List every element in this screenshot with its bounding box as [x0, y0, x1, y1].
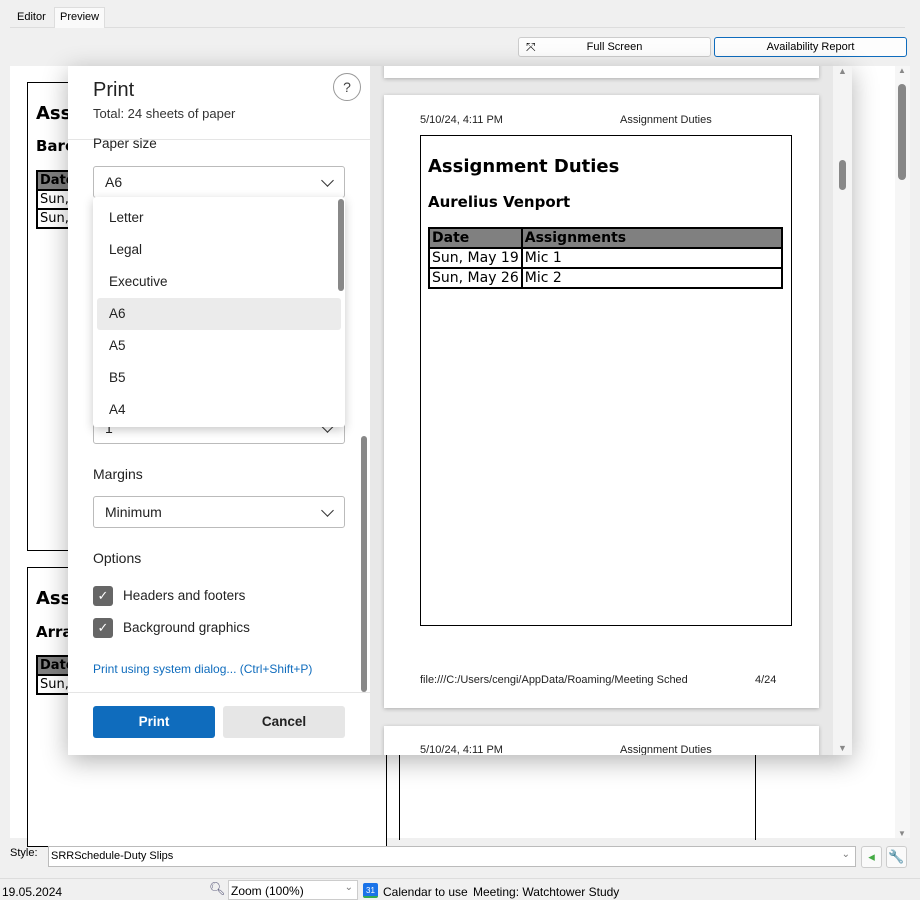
- print-button[interactable]: Print: [93, 706, 215, 738]
- tab-divider: [10, 27, 905, 28]
- cell: Sun, May 19: [428, 247, 523, 269]
- main-scrollbar[interactable]: ▲ ▼: [895, 66, 910, 838]
- availability-report-button[interactable]: Availability Report: [714, 37, 907, 57]
- cell: Mic 1: [520, 247, 784, 269]
- tab-editor[interactable]: Editor: [12, 8, 51, 28]
- headers-footers-checkbox[interactable]: ✓: [93, 586, 113, 606]
- scroll-down-icon[interactable]: ▼: [898, 829, 906, 838]
- tab-preview[interactable]: Preview: [54, 7, 106, 28]
- column-header: Date: [428, 227, 523, 249]
- print-preview-area: 5/10/24, 4:11 PM Assignment Duties Assig…: [370, 66, 852, 755]
- zoom-select[interactable]: Zoom (100%) ⌄: [228, 880, 358, 900]
- headers-footers-label: Headers and footers: [123, 588, 246, 603]
- status-date: 19.05.2024: [2, 885, 63, 899]
- paper-size-label: Paper size: [93, 136, 157, 151]
- next-page: 5/10/24, 4:11 PM Assignment Duties: [384, 726, 819, 755]
- margins-value: Minimum: [105, 504, 162, 520]
- scroll-down-icon[interactable]: ▼: [838, 743, 847, 753]
- background-graphics-label: Background graphics: [123, 620, 250, 635]
- calendar-label[interactable]: Calendar to use: [383, 885, 468, 899]
- dialog-title: Print: [93, 79, 135, 101]
- system-dialog-link[interactable]: Print using system dialog... (Ctrl+Shift…: [93, 662, 312, 676]
- paper-size-option[interactable]: A5: [97, 330, 341, 362]
- paper-size-option[interactable]: Letter: [97, 202, 341, 234]
- style-label: Style:: [10, 847, 38, 859]
- scroll-thumb[interactable]: [839, 160, 846, 190]
- page-number: 4/24: [755, 674, 777, 686]
- cell: Mic 2: [520, 267, 784, 289]
- doc-name: Aurelius Venport: [428, 193, 571, 211]
- page-header-date: 5/10/24, 4:11 PM: [420, 114, 503, 126]
- paper-size-option[interactable]: A4: [97, 394, 341, 426]
- paper-size-dropdown: Letter Legal Executive A6 A5 B5 A4: [93, 197, 345, 427]
- doc-title: Assignment Duties: [428, 156, 620, 177]
- divider: [68, 692, 370, 693]
- zoom-value: Zoom (100%): [231, 884, 304, 898]
- cancel-button[interactable]: Cancel: [223, 706, 345, 738]
- full-screen-label: Full Screen: [586, 41, 643, 53]
- help-icon[interactable]: ?: [333, 73, 361, 101]
- page-header-date: 5/10/24, 4:11 PM: [420, 744, 503, 755]
- paper-size-value: A6: [105, 174, 123, 190]
- paper-size-option[interactable]: A6: [97, 298, 341, 330]
- wrench-icon[interactable]: 🔧: [886, 846, 907, 868]
- chevron-down-icon: [321, 504, 334, 517]
- paper-size-option[interactable]: B5: [97, 362, 341, 394]
- magnifier-icon: 🔍︎: [209, 881, 226, 896]
- cell: Sun, May 26: [428, 267, 523, 289]
- preview-scrollbar[interactable]: ▲ ▼: [833, 66, 852, 755]
- sheet-total: Total: 24 sheets of paper: [93, 106, 236, 121]
- margins-label: Margins: [93, 466, 143, 482]
- table-row: Sun, May 19 Mic 1: [428, 247, 784, 269]
- assignments-table: Date Assignments Sun, May 19 Mic 1 Sun, Ma…: [428, 227, 784, 289]
- chevron-down-icon: [321, 174, 334, 187]
- chevron-down-icon: ⌄: [841, 849, 850, 860]
- paper-size-option[interactable]: Legal: [97, 234, 341, 266]
- options-label: Options: [93, 550, 142, 566]
- paper-size-option[interactable]: Executive: [97, 266, 341, 298]
- previous-page: [384, 66, 819, 78]
- expand-icon: ⤧: [526, 40, 536, 54]
- table-row: Sun, May 26 Mic 2: [428, 267, 784, 289]
- full-screen-button[interactable]: ⤧ Full Screen: [518, 37, 711, 57]
- scroll-up-icon[interactable]: ▲: [838, 66, 847, 76]
- style-select[interactable]: SRRSchedule-Duty Slips ⌄: [48, 846, 856, 867]
- scroll-thumb[interactable]: [898, 84, 906, 180]
- page-header-title: Assignment Duties: [620, 114, 712, 126]
- margins-select[interactable]: Minimum: [93, 496, 345, 528]
- page-header-title: Assignment Duties: [620, 744, 712, 755]
- calendar-icon: 31: [363, 883, 378, 898]
- status-divider: [0, 878, 920, 879]
- chevron-down-icon: ⌄: [344, 882, 353, 893]
- paper-size-select[interactable]: A6: [93, 166, 345, 198]
- meeting-label: Meeting: Watchtower Study: [473, 885, 620, 899]
- import-style-icon[interactable]: ◂: [861, 846, 882, 868]
- background-graphics-checkbox[interactable]: ✓: [93, 618, 113, 638]
- style-value: SRRSchedule-Duty Slips: [51, 850, 174, 862]
- dropdown-scrollbar[interactable]: [338, 199, 344, 291]
- background-page-edge: [399, 750, 756, 840]
- column-header: Assignments: [520, 227, 784, 249]
- preview-page: 5/10/24, 4:11 PM Assignment Duties Assig…: [384, 95, 819, 708]
- page-footer-path: file:///C:/Users/cengi/AppData/Roaming/M…: [420, 674, 688, 686]
- settings-scrollbar[interactable]: [361, 436, 367, 692]
- page-content-frame: Assignment Duties Aurelius Venport Date A…: [420, 135, 792, 626]
- scroll-up-icon[interactable]: ▲: [898, 66, 906, 75]
